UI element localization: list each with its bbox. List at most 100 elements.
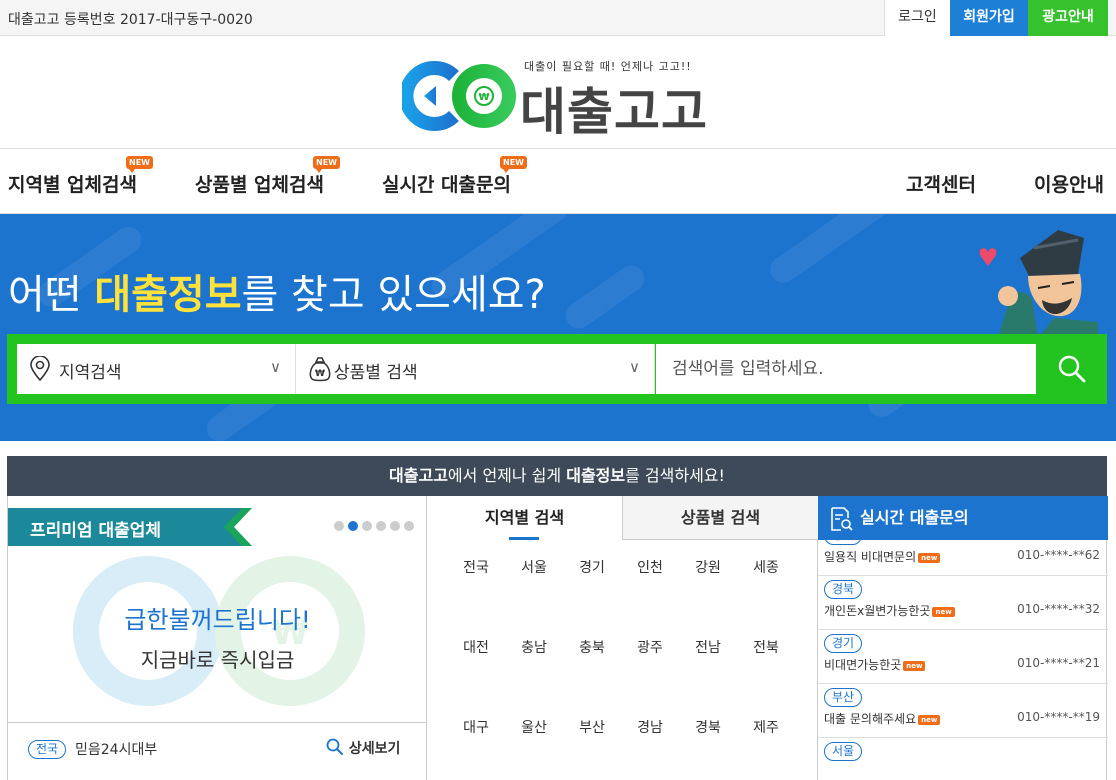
- main-nav: 지역별 업체검색 NEW 상품별 업체검색 NEW 실시간 대출문의 NEW 고…: [0, 148, 1116, 214]
- nav-label: 실시간 대출문의: [382, 174, 511, 196]
- search-button[interactable]: [1037, 344, 1107, 394]
- chevron-down-icon: ∨: [270, 358, 281, 376]
- nav-label: 상품별 업체검색: [195, 174, 324, 196]
- tab-product-search[interactable]: 상품별 검색: [622, 496, 818, 540]
- region-link[interactable]: 인천: [621, 556, 679, 580]
- slide-dot[interactable]: [362, 521, 372, 531]
- region-badge: 경기: [824, 540, 863, 545]
- nav-label: 지역별 업체검색: [8, 174, 137, 196]
- magnifier-icon: [326, 738, 343, 755]
- premium-tag: 프리미엄 대출업체: [8, 508, 252, 546]
- region-badge: 서울: [824, 742, 863, 761]
- region-link[interactable]: 전남: [679, 636, 737, 660]
- premium-headline[interactable]: 급한불꺼드립니다!: [8, 600, 427, 635]
- banner-text-1: 에서 언제나 쉽게: [447, 466, 567, 485]
- registration-number: 대출고고 등록번호 2017-대구동구-0020: [8, 12, 253, 28]
- login-link[interactable]: 로그인: [884, 0, 950, 36]
- region-grid: 전국 서울 경기 인천 강원 세종대전 충남 충북 광주 전남 전북대구 울산 부산 경남 경북 제주: [447, 556, 797, 740]
- region-link[interactable]: 경북: [679, 716, 737, 740]
- premium-footer: 전국 믿음24시대부 상세보기: [8, 722, 427, 780]
- headline-post: 를 찾고 있으세요?: [241, 272, 546, 318]
- nav-product-search[interactable]: 상품별 업체검색 NEW: [195, 156, 340, 197]
- region-link[interactable]: 전국: [447, 556, 505, 580]
- location-pin-icon: [30, 356, 50, 382]
- slide-dot[interactable]: [376, 521, 386, 531]
- realtime-header[interactable]: 실시간 대출문의: [818, 496, 1108, 540]
- region-link[interactable]: 경기: [563, 556, 621, 580]
- magnifier-icon: [1058, 355, 1086, 383]
- nav-region-search[interactable]: 지역별 업체검색 NEW: [8, 156, 153, 197]
- region-badge: 전국: [28, 740, 67, 759]
- region-link[interactable]: 대구: [447, 716, 505, 740]
- site-logo[interactable]: ₩ 대출이 필요할 때! 언제나 고고!! 대출고고: [402, 56, 714, 141]
- logo-name: 대출고고: [520, 83, 708, 141]
- premium-tag-label: 프리미엄 대출업체: [30, 521, 162, 541]
- decor-streak: [765, 214, 895, 288]
- company-name[interactable]: 믿음24시대부: [75, 739, 157, 759]
- list-item[interactable]: 경기일용직 비대면문의new 010-****-**62: [818, 540, 1108, 576]
- region-select[interactable]: 지역검색 ∨: [17, 344, 296, 394]
- join-link[interactable]: 회원가입: [950, 0, 1028, 36]
- ad-info-link[interactable]: 광고안내: [1028, 0, 1108, 36]
- svg-text:₩: ₩: [315, 369, 325, 379]
- info-banner: 대출고고에서 언제나 쉽게 대출정보를 검색하세요!: [7, 456, 1107, 496]
- decor-streak: [560, 260, 650, 334]
- region-search-panel: 지역별 검색 상품별 검색 전국 서울 경기 인천 강원 세종대전 충남 충북 광주 전남 전북대구…: [427, 496, 818, 780]
- region-link[interactable]: 광주: [621, 636, 679, 660]
- hero-headline: 어떤 대출정보를 찾고 있으세요?: [8, 262, 546, 320]
- nav-realtime-inquiry[interactable]: 실시간 대출문의 NEW: [382, 156, 527, 197]
- premium-subline[interactable]: 지금바로 즉시입금: [8, 644, 427, 673]
- slide-dot[interactable]: [334, 521, 344, 531]
- product-select[interactable]: ₩ 상품별 검색 ∨: [296, 344, 655, 394]
- masked-phone: 010-****-**62: [1017, 548, 1100, 562]
- region-link[interactable]: 전북: [737, 636, 795, 660]
- region-link[interactable]: 세종: [737, 556, 795, 580]
- region-badge: 경북: [824, 580, 863, 599]
- region-select-label: 지역검색: [59, 363, 122, 383]
- keyword-search-input[interactable]: [656, 344, 1036, 394]
- banner-bold-1: 대출고고: [389, 466, 448, 485]
- new-badge: new: [903, 661, 926, 671]
- region-link[interactable]: 경남: [621, 716, 679, 740]
- list-item[interactable]: 서울: [818, 738, 1108, 780]
- tab-region-search[interactable]: 지역별 검색: [427, 496, 622, 540]
- region-link[interactable]: 울산: [505, 716, 563, 740]
- list-item[interactable]: 부산 대출 문의해주세요 new 010-****-**19: [818, 684, 1108, 738]
- new-badge: NEW: [500, 156, 527, 173]
- region-link[interactable]: 부산: [563, 716, 621, 740]
- hero-section: 어떤 대출정보를 찾고 있으세요?: [0, 214, 1116, 441]
- account-links: 로그인 회원가입 광고안내: [884, 0, 1108, 36]
- realtime-title: 실시간 대출문의: [860, 508, 969, 527]
- document-search-icon: [831, 507, 853, 531]
- premium-panel: 프리미엄 대출업체 ₩ 급한불꺼드립니다! 지금바로 즉시입금 전국 믿음24시…: [8, 496, 427, 780]
- new-badge: new: [932, 607, 955, 617]
- content-area: 프리미엄 대출업체 ₩ 급한불꺼드립니다! 지금바로 즉시입금 전국 믿음24시…: [7, 496, 1108, 780]
- new-badge: NEW: [313, 156, 340, 173]
- region-link[interactable]: 충북: [563, 636, 621, 660]
- list-item[interactable]: 경북 개인돈x월변가능한곳 new 010-****-**32: [818, 576, 1108, 630]
- nav-usage-guide[interactable]: 이용안내: [1034, 170, 1104, 197]
- new-badge: new: [918, 553, 941, 563]
- slide-dot-active[interactable]: [348, 521, 358, 531]
- region-link[interactable]: 대전: [447, 636, 505, 660]
- region-link[interactable]: 제주: [737, 716, 795, 740]
- chevron-down-icon: ∨: [629, 358, 640, 376]
- region-badge: 부산: [824, 688, 863, 707]
- slide-dot[interactable]: [390, 521, 400, 531]
- region-link[interactable]: 강원: [679, 556, 737, 580]
- realtime-list: 경기일용직 비대면문의new010-****-**62경북개인돈x월변가능한곳n…: [818, 540, 1108, 780]
- inquiry-title: 일용직 비대면문의 new: [824, 548, 941, 565]
- slide-dot[interactable]: [404, 521, 414, 531]
- region-link[interactable]: 충남: [505, 636, 563, 660]
- region-badge: 경기: [824, 634, 863, 653]
- inquiry-title: 비대면가능한곳 new: [824, 656, 926, 673]
- list-item[interactable]: 경기 비대면가능한곳 new 010-****-**21: [818, 630, 1108, 684]
- svg-text:₩: ₩: [478, 92, 489, 103]
- new-badge: new: [918, 715, 941, 725]
- detail-link[interactable]: 상세보기: [326, 738, 400, 758]
- region-link[interactable]: 서울: [505, 556, 563, 580]
- product-select-label: 상품별 검색: [334, 363, 418, 383]
- slide-indicator: [334, 521, 414, 531]
- inquiry-title: 개인돈x월변가능한곳 new: [824, 602, 955, 619]
- nav-customer-center[interactable]: 고객센터: [906, 170, 976, 197]
